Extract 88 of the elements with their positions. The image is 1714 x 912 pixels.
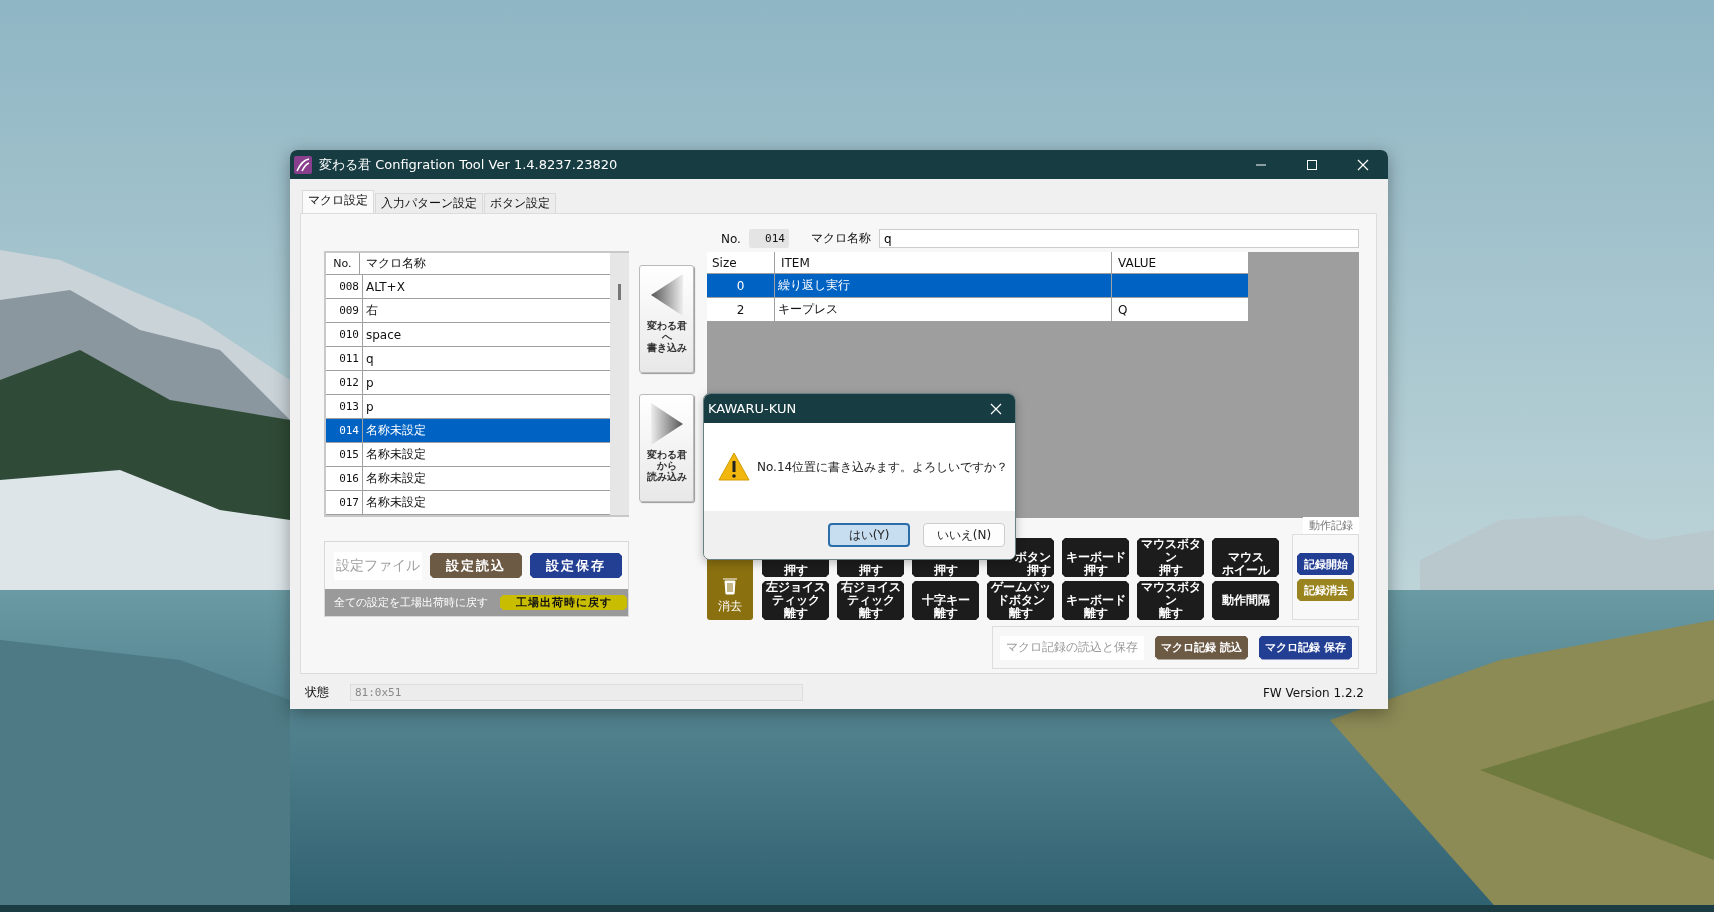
list-row[interactable]: 010 space xyxy=(326,323,610,347)
table-cell: 2 xyxy=(707,298,775,321)
dialog-button[interactable]: いいえ(N) xyxy=(923,523,1005,547)
number-cell: 014 xyxy=(326,419,363,442)
list-row[interactable]: 009 右 xyxy=(326,299,610,323)
column-header: Size xyxy=(707,252,775,273)
warning-icon xyxy=(718,452,750,482)
list-row[interactable]: 016 名称未設定 xyxy=(326,467,610,491)
number-field: 014 xyxy=(748,229,789,248)
table-cell: 繰り返し実行 xyxy=(775,274,1112,297)
number-cell: 017 xyxy=(326,491,363,514)
dialog-button[interactable]: はい(Y) xyxy=(828,523,910,547)
list-row[interactable]: 008 ALT+X xyxy=(326,275,610,299)
table-row[interactable]: 2 キープレス Q xyxy=(707,298,1248,322)
number-cell: 015 xyxy=(326,443,363,466)
number-cell: 009 xyxy=(326,299,363,322)
tab[interactable]: ボタン設定 xyxy=(484,193,556,213)
action-button[interactable]: 左ジョイスティック 離す xyxy=(762,581,829,620)
macro-record-button[interactable]: マクロ記録 保存 xyxy=(1259,635,1352,660)
record-button[interactable]: 記録消去 xyxy=(1297,579,1354,601)
name-cell-text: 名称未設定 xyxy=(365,446,427,463)
status-field: 81:0x51 xyxy=(350,684,803,701)
list-row[interactable]: 017 名称未設定 xyxy=(326,491,610,515)
table-cell: キープレス xyxy=(775,298,1112,321)
status-label: 状態 xyxy=(305,684,330,701)
transfer-button[interactable]: 変わる君 へ 書き込み xyxy=(639,265,694,373)
tab[interactable]: 入力パターン設定 xyxy=(375,193,483,213)
close-icon xyxy=(1356,158,1369,171)
column-header: ITEM xyxy=(775,252,1112,273)
name-cell-text: 右 xyxy=(365,302,379,319)
action-button[interactable]: キーボード 離す xyxy=(1062,581,1129,620)
factory-reset-button[interactable]: 工場出荷時に戻す xyxy=(500,595,627,610)
list-row[interactable]: 011 q xyxy=(326,347,610,371)
maximize-icon xyxy=(1305,158,1318,171)
name-cell-text: ALT+X xyxy=(365,278,406,296)
list-row[interactable]: 015 名称未設定 xyxy=(326,443,610,467)
number-label: No. xyxy=(721,231,741,246)
table-row[interactable]: 0 繰り返し実行 xyxy=(707,274,1248,298)
reset-description: 全ての設定を工場出荷時に戻す xyxy=(334,595,488,610)
number-cell: 011 xyxy=(326,347,363,370)
tab[interactable]: マクロ設定 xyxy=(302,190,374,213)
transfer-button[interactable]: 変わる君 から 読み込み xyxy=(639,394,694,502)
name-cell-text: 名称未設定 xyxy=(365,422,427,439)
name-cell-text: 名称未設定 xyxy=(365,470,427,487)
column-header: No. xyxy=(326,253,360,274)
action-button[interactable]: マウスボタン 離す xyxy=(1137,581,1204,620)
action-button[interactable]: 動作間隔 xyxy=(1212,581,1279,620)
list-row[interactable]: 012 p xyxy=(326,371,610,395)
action-button[interactable]: 十字キー 離す xyxy=(912,581,979,620)
name-cell-text: 名称未設定 xyxy=(365,494,427,511)
number-cell: 016 xyxy=(326,467,363,490)
column-header: VALUE xyxy=(1117,254,1158,272)
scrollbar[interactable] xyxy=(610,253,629,515)
name-cell-text: p xyxy=(365,398,375,416)
list-row[interactable]: 013 p xyxy=(326,395,610,419)
action-button[interactable]: マウス ホイール xyxy=(1212,538,1279,577)
number-cell: 008 xyxy=(326,275,363,298)
settings-button[interactable]: 設定読込 xyxy=(430,553,522,578)
number-cell: 012 xyxy=(326,371,363,394)
name-cell-text: space xyxy=(365,326,403,344)
close-icon xyxy=(990,402,1002,415)
action-button[interactable]: ゲームパッドボタン 離す xyxy=(987,581,1054,620)
firmware-version: FW Version 1.2.2 xyxy=(1262,685,1364,700)
action-record-label: 動作記録 xyxy=(1303,517,1359,534)
name-cell-text: p xyxy=(365,374,375,392)
action-button[interactable]: マウスボタン 押す xyxy=(1137,538,1204,577)
macro-name-label: マクロ名称 xyxy=(810,230,871,247)
scrollbar-thumb[interactable] xyxy=(618,284,621,300)
macro-record-label: マクロ記録の読込と保存 xyxy=(1000,635,1144,660)
macro-record-button[interactable]: マクロ記録 読込 xyxy=(1155,635,1248,660)
number-cell: 013 xyxy=(326,395,363,418)
dialog-message: No.14位置に書き込みます。よろしいですか？ xyxy=(757,458,1009,476)
settings-button[interactable]: 設定保存 xyxy=(530,553,622,578)
table-cell-text: Q xyxy=(1117,301,1129,319)
column-header: マクロ名称 xyxy=(365,255,427,272)
app-logo-icon xyxy=(294,155,312,174)
settings-file-label: 設定ファイル xyxy=(334,551,422,580)
window-title: 変わる君 Configration Tool Ver 1.4.8237.23820 xyxy=(319,155,619,174)
macro-name-field[interactable]: q xyxy=(878,229,1359,248)
action-button[interactable]: 右ジョイスティック 離す xyxy=(837,581,904,620)
list-row[interactable]: 014 名称未設定 xyxy=(326,419,610,443)
name-cell-text: q xyxy=(365,350,375,368)
record-button[interactable]: 記録開始 xyxy=(1297,553,1354,575)
action-button[interactable]: キーボード 押す xyxy=(1062,538,1129,577)
table-cell: 0 xyxy=(707,274,775,297)
number-cell: 010 xyxy=(326,323,363,346)
dialog-title: KAWARU-KUN xyxy=(708,401,798,416)
trash-icon xyxy=(722,577,738,595)
